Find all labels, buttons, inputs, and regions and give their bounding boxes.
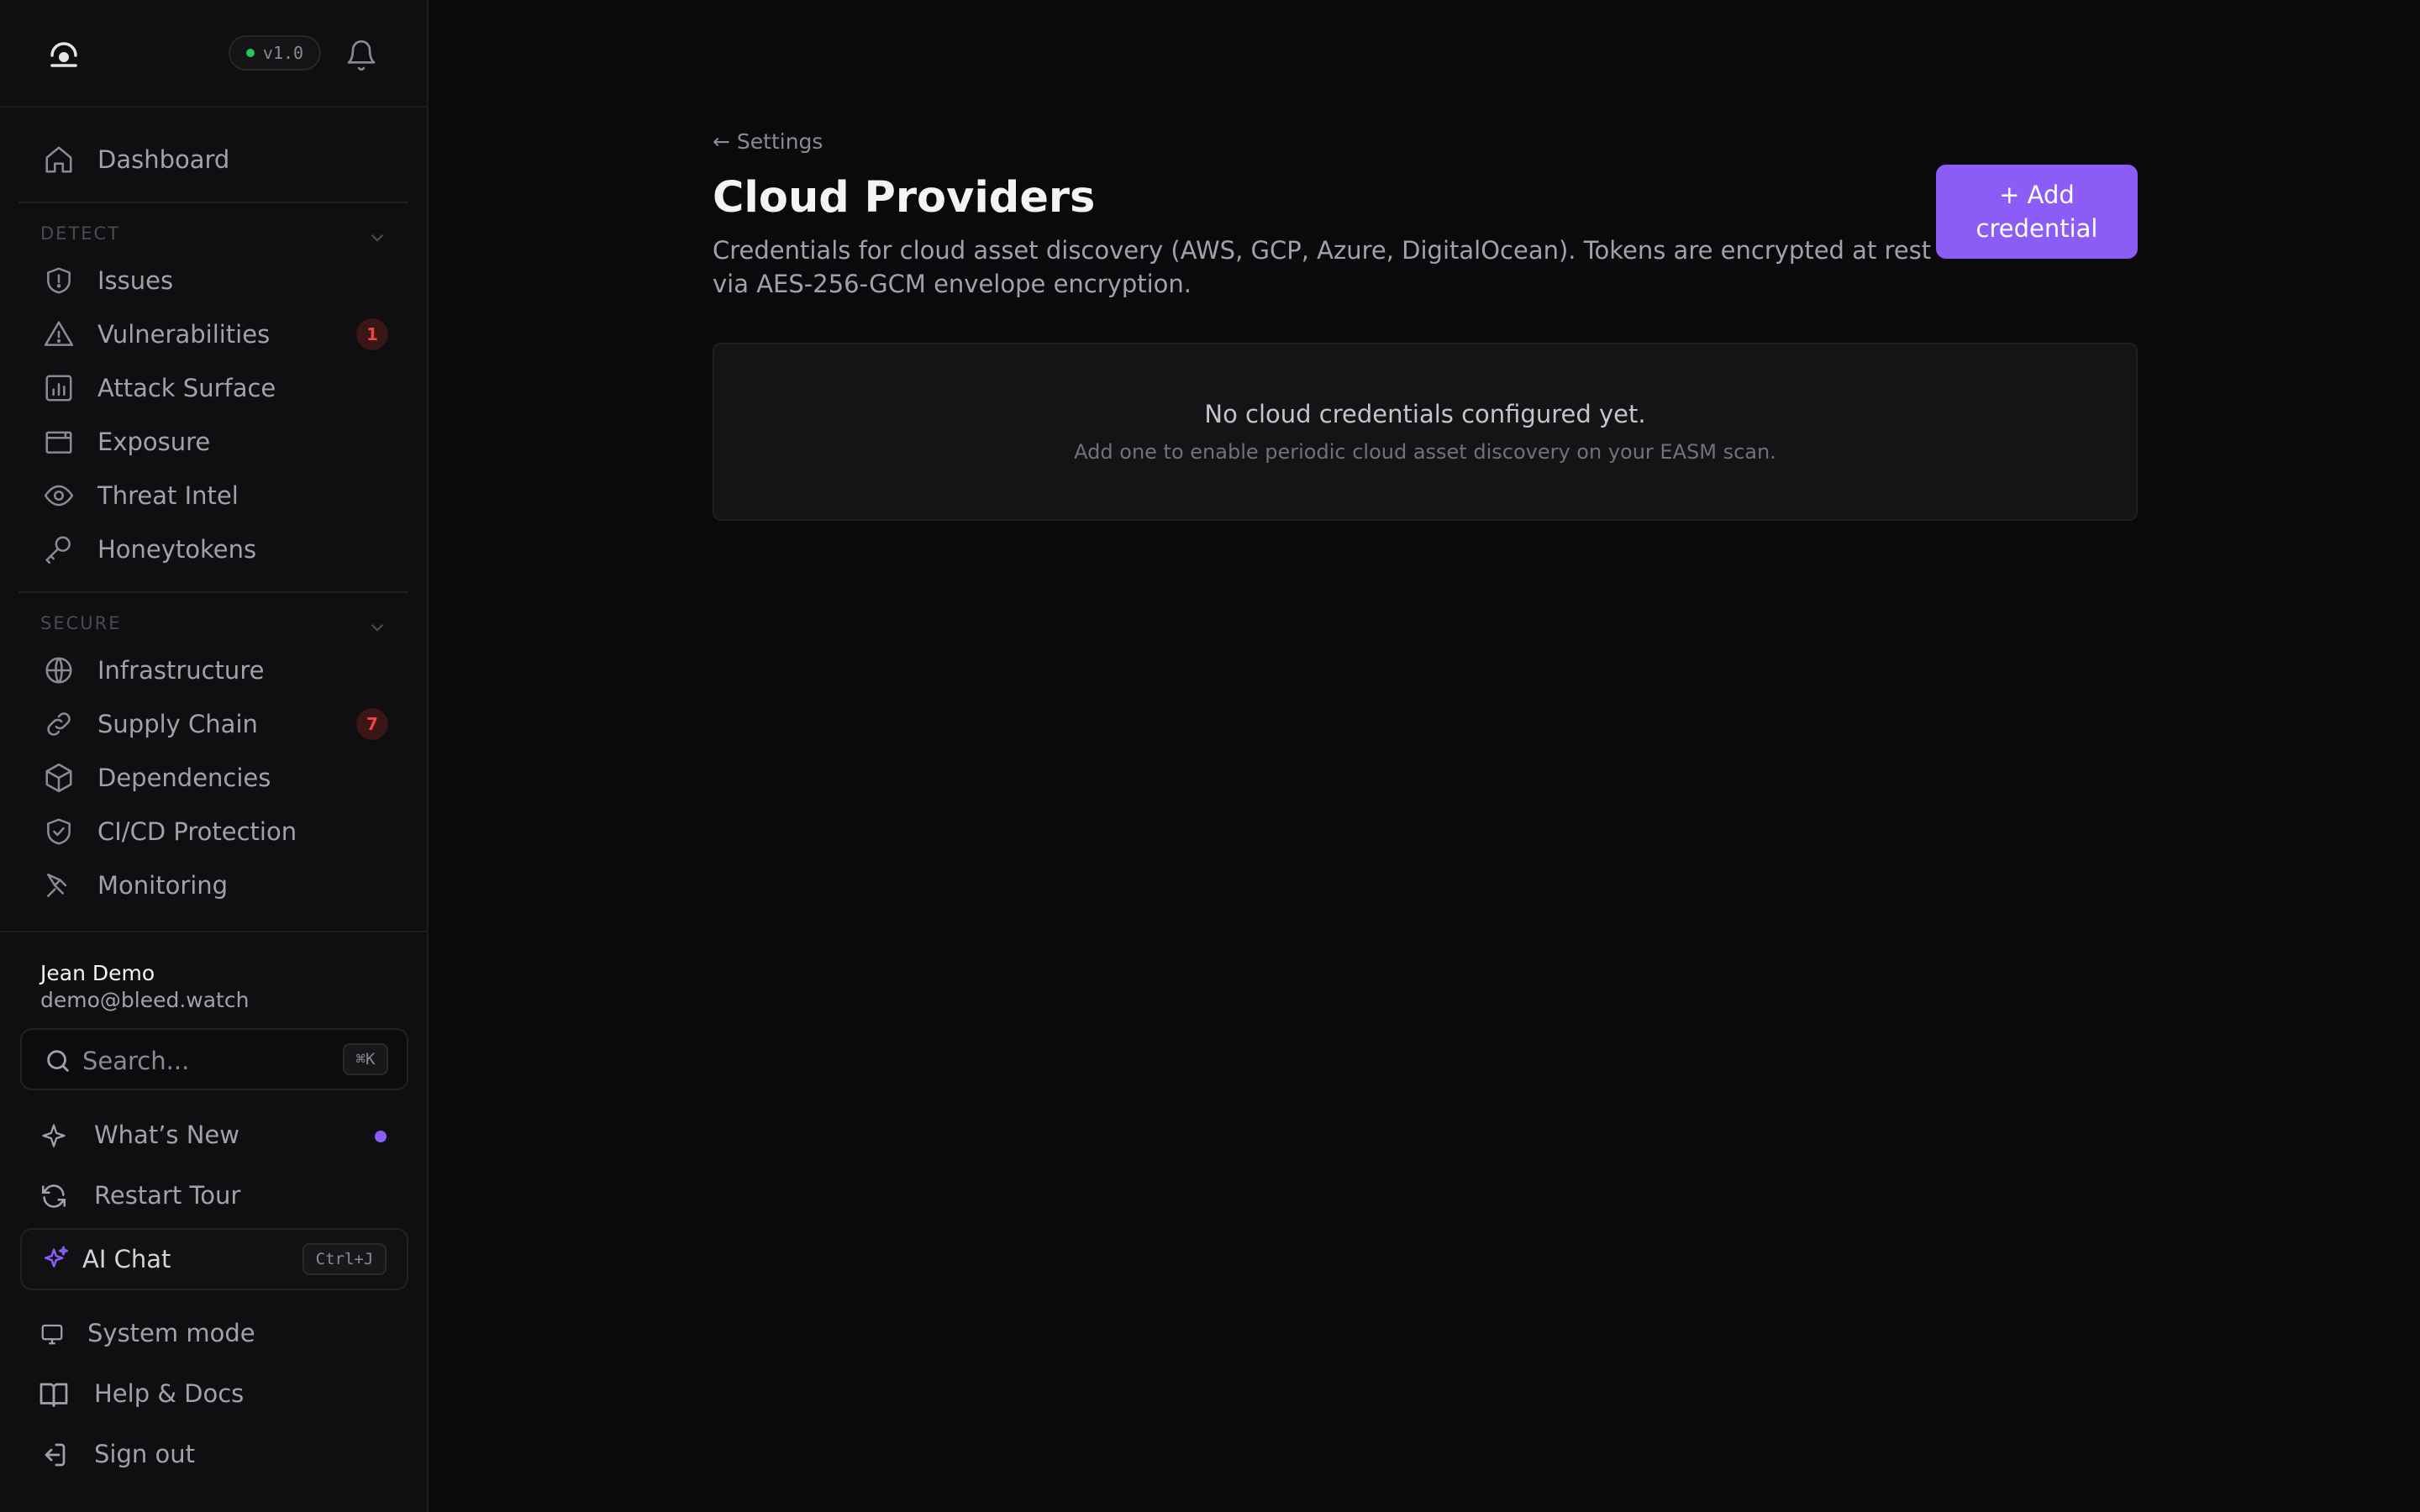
restart-tour-button[interactable]: Restart Tour [20, 1169, 408, 1223]
home-icon [42, 143, 76, 176]
sidebar-item-label: CI/CD Protection [97, 817, 297, 846]
sidebar-item-label: Infrastructure [97, 656, 265, 685]
sidebar-item-supply-chain[interactable]: Supply Chain 7 [18, 699, 408, 749]
sidebar-item-label: Monitoring [97, 871, 229, 900]
sign-out-label: Sign out [94, 1440, 195, 1468]
sparkle-icon [37, 1119, 71, 1152]
sidebar-item-label: Dashboard [97, 145, 230, 174]
version-badge: v1.0 [229, 35, 321, 71]
sidebar-item-label: Vulnerabilities [97, 320, 271, 349]
refresh-icon [37, 1179, 71, 1213]
sidebar-item-dependencies[interactable]: Dependencies [18, 753, 408, 803]
sidebar: v1.0 Dashboard DETECT Issues Vulnerabili… [0, 0, 429, 1512]
add-credential-button[interactable]: + Add credential [1936, 165, 2138, 259]
sidebar-header: v1.0 [0, 0, 427, 108]
radar-icon [42, 869, 76, 902]
book-icon [37, 1378, 71, 1411]
sign-out-icon [37, 1438, 71, 1472]
divider [18, 202, 408, 203]
sidebar-item-cicd-protection[interactable]: CI/CD Protection [18, 806, 408, 857]
sidebar-item-honeytokens[interactable]: Honeytokens [18, 524, 408, 575]
bar-chart-icon [42, 371, 76, 405]
sidebar-item-dashboard[interactable]: Dashboard [18, 134, 408, 185]
sidebar-item-threat-intel[interactable]: Threat Intel [18, 470, 408, 521]
back-to-settings-link[interactable]: ← Settings [713, 129, 823, 154]
sidebar-footer: Jean Demo demo@bleed.watch Search... ⌘K … [0, 931, 427, 1512]
globe-icon [42, 654, 76, 687]
eye-icon [42, 479, 76, 512]
sidebar-item-label: Exposure [97, 428, 211, 456]
system-mode-label: System mode [87, 1319, 255, 1347]
empty-state-subtitle: Add one to enable periodic cloud asset d… [1074, 440, 1776, 464]
restart-tour-label: Restart Tour [94, 1181, 241, 1210]
sidebar-item-monitoring[interactable]: Monitoring [18, 860, 408, 911]
link-icon [42, 707, 76, 741]
search-icon [47, 1050, 69, 1072]
sidebar-item-label: Attack Surface [97, 374, 276, 402]
page-description: Credentials for cloud asset discovery (A… [713, 236, 1932, 298]
chevron-down-icon[interactable] [366, 227, 388, 249]
shield-check-icon [42, 815, 76, 848]
empty-state-card: No cloud credentials configured yet. Add… [713, 343, 2138, 521]
ai-sparkles-icon [42, 1245, 71, 1273]
browser-window-icon [42, 425, 76, 459]
ai-chat-shortcut: Ctrl+J [302, 1243, 387, 1275]
page-title: Cloud Providers [713, 173, 1096, 223]
sidebar-item-attack-surface[interactable]: Attack Surface [18, 363, 408, 413]
monitor-icon [35, 1317, 69, 1351]
empty-state-title: No cloud credentials configured yet. [1204, 400, 1646, 428]
version-text: v1.0 [262, 43, 304, 63]
section-label-detect: DETECT [40, 223, 121, 244]
sidebar-item-vulnerabilities[interactable]: Vulnerabilities 1 [18, 309, 408, 360]
user-email: demo@bleed.watch [40, 988, 250, 1012]
count-badge: 7 [356, 708, 388, 740]
whats-new-button[interactable]: What’s New [20, 1109, 408, 1163]
whats-new-label: What’s New [94, 1121, 239, 1149]
section-label-secure: SECURE [40, 613, 122, 633]
key-icon [42, 533, 76, 566]
sidebar-item-label: Threat Intel [97, 481, 239, 510]
chevron-down-icon[interactable] [366, 617, 388, 638]
sign-out-button[interactable]: Sign out [20, 1428, 408, 1482]
status-dot-icon [245, 49, 255, 57]
search-input[interactable]: Search... ⌘K [20, 1028, 408, 1090]
shield-alert-icon [42, 264, 76, 297]
sidebar-item-label: Supply Chain [97, 710, 258, 738]
sidebar-item-label: Dependencies [97, 764, 271, 792]
search-placeholder: Search... [82, 1047, 190, 1075]
ai-chat-label: AI Chat [82, 1245, 171, 1273]
help-docs-link[interactable]: Help & Docs [20, 1368, 408, 1421]
ai-chat-button[interactable]: AI Chat Ctrl+J [20, 1228, 408, 1290]
sidebar-item-label: Issues [97, 266, 174, 295]
sidebar-nav: Dashboard DETECT Issues Vulnerabilities … [0, 109, 427, 931]
count-badge: 1 [356, 318, 388, 350]
sidebar-item-exposure[interactable]: Exposure [18, 417, 408, 467]
sidebar-item-infrastructure[interactable]: Infrastructure [18, 645, 408, 696]
system-mode-button[interactable]: System mode [20, 1307, 408, 1361]
warning-triangle-icon [42, 318, 76, 351]
user-name: Jean Demo [40, 961, 155, 985]
sidebar-item-label: Honeytokens [97, 535, 257, 564]
add-credential-label: + Add credential [1975, 181, 2098, 243]
divider [18, 591, 408, 593]
bell-icon[interactable] [345, 39, 378, 72]
main-content: ← Settings Cloud Providers Credentials f… [430, 0, 2420, 1512]
unread-dot-icon [375, 1131, 387, 1142]
search-shortcut: ⌘K [343, 1043, 388, 1075]
sidebar-item-issues[interactable]: Issues [18, 255, 408, 306]
package-icon [42, 761, 76, 795]
help-docs-label: Help & Docs [94, 1379, 245, 1408]
app-logo-icon[interactable] [47, 37, 81, 71]
